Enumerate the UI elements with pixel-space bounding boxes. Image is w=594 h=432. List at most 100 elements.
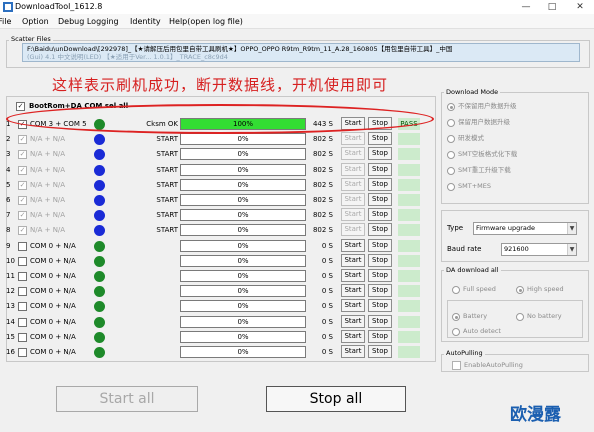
menu-file[interactable]: File bbox=[0, 16, 11, 27]
progress-text: 0% bbox=[237, 196, 249, 204]
menu-identity[interactable]: Identity bbox=[130, 16, 161, 27]
stop-button[interactable]: Stop bbox=[368, 330, 392, 343]
no-battery-radio[interactable] bbox=[516, 313, 524, 321]
result-badge bbox=[398, 224, 420, 236]
maximize-button[interactable]: □ bbox=[538, 0, 566, 14]
start-button[interactable]: Start bbox=[341, 269, 365, 282]
full-speed-radio[interactable] bbox=[452, 286, 460, 294]
start-button[interactable]: Start bbox=[341, 239, 365, 252]
row-status: START bbox=[156, 150, 178, 158]
stop-button[interactable]: Stop bbox=[368, 315, 392, 328]
stop-all-button[interactable]: Stop all bbox=[266, 386, 406, 412]
start-button[interactable]: Start bbox=[341, 132, 365, 145]
row-checkbox[interactable] bbox=[18, 257, 27, 266]
progress-text: 0% bbox=[237, 333, 249, 341]
elapsed-time: 0 S bbox=[321, 287, 333, 295]
close-button[interactable]: ✕ bbox=[566, 0, 594, 14]
minimize-button[interactable]: — bbox=[512, 0, 540, 14]
stop-button[interactable]: Stop bbox=[368, 239, 392, 252]
row-checkbox[interactable] bbox=[18, 348, 27, 357]
download-mode-radio[interactable] bbox=[447, 167, 455, 175]
row-number: 7 bbox=[6, 211, 11, 219]
row-checkbox[interactable] bbox=[18, 272, 27, 281]
type-select[interactable]: Firmware upgrade ▼ bbox=[473, 222, 577, 235]
row-checkbox[interactable] bbox=[18, 242, 27, 251]
row-checkbox[interactable]: ✓ bbox=[18, 166, 27, 175]
start-button[interactable]: Start bbox=[341, 163, 365, 176]
progress-text: 0% bbox=[237, 181, 249, 189]
start-button[interactable]: Start bbox=[341, 223, 365, 236]
stop-button[interactable]: Stop bbox=[368, 223, 392, 236]
auto-detect-radio[interactable] bbox=[452, 328, 460, 336]
start-button[interactable]: Start bbox=[341, 315, 365, 328]
download-mode-radio[interactable] bbox=[447, 103, 455, 111]
progress-bar: 0% bbox=[180, 194, 306, 206]
high-speed-radio[interactable] bbox=[516, 286, 524, 294]
start-button[interactable]: Start bbox=[341, 208, 365, 221]
stop-button[interactable]: Stop bbox=[368, 132, 392, 145]
row-checkbox[interactable]: ✓ bbox=[18, 211, 27, 220]
row-checkbox[interactable] bbox=[18, 318, 27, 327]
progress-text: 0% bbox=[237, 348, 249, 356]
start-button[interactable]: Start bbox=[341, 299, 365, 312]
download-mode-radio[interactable] bbox=[447, 183, 455, 191]
stop-button[interactable]: Stop bbox=[368, 147, 392, 160]
row-checkbox[interactable] bbox=[18, 287, 27, 296]
menu-option[interactable]: Option bbox=[22, 16, 49, 27]
stop-button[interactable]: Stop bbox=[368, 269, 392, 282]
download-mode-radio[interactable] bbox=[447, 135, 455, 143]
start-all-button[interactable]: Start all bbox=[56, 386, 198, 412]
start-button[interactable]: Start bbox=[341, 345, 365, 358]
enable-autopulling-checkbox[interactable] bbox=[452, 361, 461, 370]
scatter-path-field[interactable]: F:\Baidu\unDownload\[292978]_【★请解压后用包里自带… bbox=[22, 43, 580, 62]
download-mode-radio[interactable] bbox=[447, 151, 455, 159]
row-checkbox[interactable]: ✓ bbox=[18, 226, 27, 235]
row-number: 3 bbox=[6, 150, 11, 158]
port-label: COM 0 + N/A bbox=[30, 287, 76, 295]
chevron-down-icon: ▼ bbox=[567, 244, 576, 255]
row-checkbox[interactable]: ✓ bbox=[18, 135, 27, 144]
elapsed-time: 0 S bbox=[321, 333, 333, 341]
result-badge bbox=[398, 285, 420, 297]
download-mode-radio[interactable] bbox=[447, 119, 455, 127]
start-button[interactable]: Start bbox=[341, 284, 365, 297]
stop-button[interactable]: Stop bbox=[368, 193, 392, 206]
watermark: 欧漫露 bbox=[510, 405, 561, 425]
stop-button[interactable]: Stop bbox=[368, 208, 392, 221]
download-mode-label: SMT+MES bbox=[458, 182, 491, 190]
elapsed-time: 0 S bbox=[321, 318, 333, 326]
stop-button[interactable]: Stop bbox=[368, 178, 392, 191]
start-button[interactable]: Start bbox=[341, 254, 365, 267]
baud-select[interactable]: 921600 ▼ bbox=[501, 243, 577, 256]
status-dot bbox=[94, 271, 105, 282]
bootrom-select-all-checkbox[interactable]: ✓ bbox=[16, 102, 25, 111]
stop-button[interactable]: Stop bbox=[368, 345, 392, 358]
progress-text: 0% bbox=[237, 226, 249, 234]
status-dot bbox=[94, 210, 105, 221]
status-dot bbox=[94, 195, 105, 206]
row-number: 6 bbox=[6, 196, 11, 204]
row-checkbox[interactable] bbox=[18, 302, 27, 311]
progress-bar: 0% bbox=[180, 164, 306, 176]
row-checkbox[interactable]: ✓ bbox=[18, 196, 27, 205]
stop-button[interactable]: Stop bbox=[368, 254, 392, 267]
row-checkbox[interactable]: ✓ bbox=[18, 181, 27, 190]
stop-button[interactable]: Stop bbox=[368, 299, 392, 312]
stop-button[interactable]: Stop bbox=[368, 163, 392, 176]
stop-button[interactable]: Stop bbox=[368, 284, 392, 297]
progress-bar: 0% bbox=[180, 240, 306, 252]
status-dot bbox=[94, 134, 105, 145]
row-checkbox[interactable]: ✓ bbox=[18, 150, 27, 159]
start-button[interactable]: Start bbox=[341, 147, 365, 160]
scatter-files-legend: Scatter Files bbox=[9, 35, 53, 43]
start-button[interactable]: Start bbox=[341, 178, 365, 191]
elapsed-time: 0 S bbox=[321, 302, 333, 310]
row-checkbox[interactable] bbox=[18, 333, 27, 342]
type-label: Type bbox=[447, 224, 464, 232]
start-button[interactable]: Start bbox=[341, 193, 365, 206]
download-mode-label: 不保留用户数据升级 bbox=[458, 102, 517, 110]
battery-radio[interactable] bbox=[452, 313, 460, 321]
menu-help[interactable]: Help(open log file) bbox=[169, 16, 243, 27]
start-button[interactable]: Start bbox=[341, 330, 365, 343]
menu-debug-logging[interactable]: Debug Logging bbox=[58, 16, 119, 27]
